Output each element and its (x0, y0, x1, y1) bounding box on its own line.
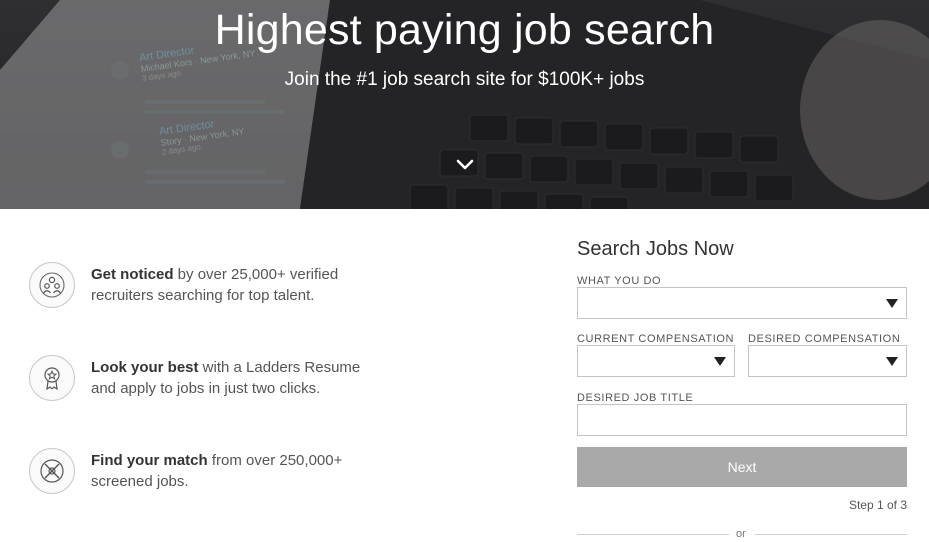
step-indicator: Step 1 of 3 (848, 498, 907, 512)
what-you-do-label: WHAT YOU DO (577, 275, 662, 287)
feature-text: Find your match from over 250,000+ scree… (91, 450, 391, 492)
award-ribbon-icon (29, 355, 75, 401)
form-title: Search Jobs Now (577, 238, 734, 260)
divider-right (755, 534, 907, 535)
feature-look-your-best: Look your best with a Ladders Resume and… (29, 355, 389, 407)
desired-compensation-select[interactable] (748, 345, 907, 377)
feature-find-your-match: Find your match from over 250,000+ scree… (29, 448, 389, 500)
desired-job-title-input[interactable] (577, 404, 907, 436)
feature-get-noticed: Get noticed by over 25,000+ verified rec… (29, 262, 389, 314)
hero-banner: Art Director Michael Kors · New York, NY… (0, 0, 929, 209)
feature-bold: Look your best (91, 359, 199, 376)
desired-job-title-label: DESIRED JOB TITLE (577, 392, 694, 404)
hero-subtitle: Join the #1 job search site for $100K+ j… (284, 69, 645, 90)
feature-line1: from over 250,000+ (207, 452, 343, 469)
current-compensation-label: CURRENT COMPENSATION (577, 333, 735, 345)
people-icon (29, 262, 75, 308)
or-divider-text: or (736, 528, 746, 540)
current-compensation-select[interactable] (577, 345, 735, 377)
feature-line2: screened jobs. (91, 473, 189, 490)
divider-left (577, 534, 729, 535)
what-you-do-select[interactable] (577, 287, 907, 319)
feature-text: Look your best with a Ladders Resume and… (91, 357, 391, 399)
feature-bold: Find your match (91, 452, 208, 469)
caret-down-icon (714, 357, 726, 366)
feature-line2: and apply to jobs in just two clicks. (91, 380, 321, 397)
feature-text: Get noticed by over 25,000+ verified rec… (91, 264, 391, 306)
feature-line1: with a Ladders Resume (198, 359, 361, 376)
feature-bold: Get noticed (91, 266, 174, 283)
match-icon (29, 448, 75, 494)
caret-down-icon (886, 299, 898, 308)
feature-line1: by over 25,000+ verified (173, 266, 339, 283)
desired-compensation-label: DESIRED COMPENSATION (748, 333, 901, 345)
next-button[interactable]: Next (577, 447, 907, 487)
hero-title: Highest paying job search (214, 6, 715, 54)
chevron-down-icon[interactable] (455, 158, 475, 172)
caret-down-icon (886, 357, 898, 366)
feature-line2: recruiters searching for top talent. (91, 287, 315, 304)
search-jobs-form: Search Jobs Now WHAT YOU DO CURRENT COMP… (577, 232, 907, 542)
